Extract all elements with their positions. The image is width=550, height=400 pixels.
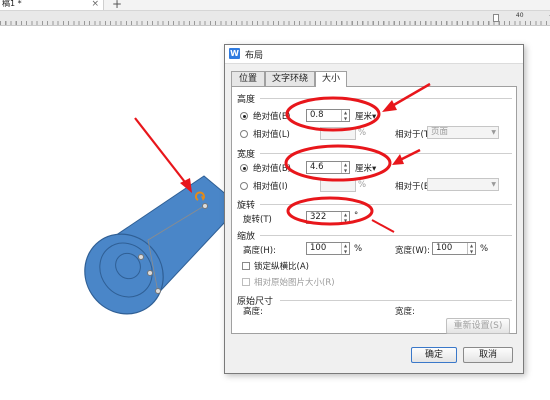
width-unit-value: 厘米: [355, 164, 373, 174]
dialog-title: 布局: [245, 51, 264, 61]
height-unit-value: 厘米: [355, 112, 373, 122]
scale-height-value: 100: [310, 243, 327, 253]
dropdown-arrow-icon: ▼: [491, 129, 496, 136]
width-relative-to-select[interactable]: ▼: [427, 178, 499, 191]
width-unit-select[interactable]: 厘米▾: [355, 162, 376, 174]
dialog-titlebar[interactable]: W 布局: [225, 45, 523, 64]
height-relative-label: 相对值(L): [253, 130, 290, 140]
height-relative-unit: %: [358, 128, 367, 138]
height-absolute-label: 绝对值(E): [253, 112, 291, 122]
ok-button[interactable]: 确定: [411, 347, 457, 363]
height-relative-input[interactable]: [320, 127, 356, 140]
scale-width-unit: %: [480, 244, 489, 254]
ruler-number: 4: [546, 11, 550, 20]
tab-position[interactable]: 位置: [231, 71, 265, 86]
selection-handle: [155, 288, 161, 294]
spinner-arrows-icon[interactable]: ▲ ▼: [341, 243, 349, 254]
close-icon[interactable]: ×: [91, 0, 99, 10]
scale-height-unit: %: [354, 244, 363, 254]
cancel-button[interactable]: 取消: [463, 347, 513, 363]
rotation-section-title: 旋转: [237, 201, 256, 211]
ruler-ticks: [0, 21, 550, 25]
document-tab-strip: 稿1 * × +: [0, 0, 550, 11]
relative-original-checkbox[interactable]: [242, 278, 250, 286]
rotation-input[interactable]: 322 ▲ ▼: [306, 211, 350, 224]
layout-dialog: W 布局 位置 文字环绕 大小 高度 绝对值(E) 0.8 ▲ ▼ 厘米▾ 相对值…: [224, 44, 524, 374]
height-absolute-value: 0.8: [310, 110, 324, 120]
new-tab-icon[interactable]: +: [112, 0, 122, 11]
spinner-arrows-icon[interactable]: ▲ ▼: [341, 212, 349, 223]
selection-handle: [147, 270, 153, 276]
original-width-label: 宽度:: [395, 307, 415, 317]
lock-aspect-label: 锁定纵横比(A): [254, 262, 309, 272]
scale-section-title: 缩放: [237, 232, 256, 242]
section-divider: [260, 153, 512, 154]
tab-text-wrap[interactable]: 文字环绕: [265, 71, 315, 86]
size-tab-panel: 高度 绝对值(E) 0.8 ▲ ▼ 厘米▾ 相对值(L) % 相对于(T) 页面 ▼…: [231, 86, 517, 334]
height-relative-radio[interactable]: [240, 130, 248, 138]
scale-width-value: 100: [436, 243, 453, 253]
spinner-arrows-icon[interactable]: ▲ ▼: [341, 110, 349, 121]
height-relative-to-value: 页面: [431, 127, 449, 137]
width-absolute-input[interactable]: 4.6 ▲ ▼: [306, 161, 350, 174]
height-absolute-input[interactable]: 0.8 ▲ ▼: [306, 109, 350, 122]
relative-original-label: 相对原始图片大小(R): [254, 278, 335, 288]
document-tab-title: 稿1 *: [2, 0, 22, 8]
width-relative-label: 相对值(I): [253, 182, 288, 192]
section-divider: [260, 235, 512, 236]
rotation-value: 322: [310, 212, 327, 222]
tab-size[interactable]: 大小: [315, 71, 347, 87]
original-height-label: 高度:: [243, 307, 263, 317]
rotation-label: 旋转(T): [243, 215, 272, 225]
dropdown-arrow-icon: ▼: [491, 181, 496, 188]
spinner-arrows-icon[interactable]: ▲ ▼: [341, 162, 349, 173]
document-tab[interactable]: 稿1 * ×: [0, 0, 104, 10]
horizontal-ruler[interactable]: 40 4: [0, 11, 550, 26]
rotation-unit: °: [354, 211, 359, 221]
width-relative-radio[interactable]: [240, 182, 248, 190]
width-section-title: 宽度: [237, 150, 256, 160]
height-absolute-radio[interactable]: [240, 112, 248, 120]
height-unit-select[interactable]: 厘米▾: [355, 110, 376, 122]
scale-height-label: 高度(H):: [243, 246, 276, 256]
scale-width-input[interactable]: 100 ▲ ▼: [432, 242, 476, 255]
spinner-arrows-icon[interactable]: ▲ ▼: [467, 243, 475, 254]
wps-app-icon: W: [229, 48, 240, 59]
lock-aspect-checkbox[interactable]: [242, 262, 250, 270]
height-section-title: 高度: [237, 95, 256, 105]
section-divider: [280, 300, 512, 301]
selection-handle: [138, 254, 144, 260]
scale-width-label: 宽度(W):: [395, 246, 430, 256]
width-relative-input[interactable]: [320, 179, 356, 192]
section-divider: [260, 98, 512, 99]
scale-height-input[interactable]: 100 ▲ ▼: [306, 242, 350, 255]
ruler-indent-marker[interactable]: [493, 14, 499, 22]
width-absolute-radio[interactable]: [240, 164, 248, 172]
width-absolute-label: 绝对值(B): [253, 164, 291, 174]
section-divider: [260, 204, 512, 205]
width-absolute-value: 4.6: [310, 162, 324, 172]
reset-button[interactable]: 重新设置(S): [446, 318, 510, 334]
selection-handle: [202, 203, 208, 209]
ruler-number: 40: [515, 12, 524, 19]
width-relative-unit: %: [358, 180, 367, 190]
height-relative-to-select[interactable]: 页面 ▼: [427, 126, 499, 139]
